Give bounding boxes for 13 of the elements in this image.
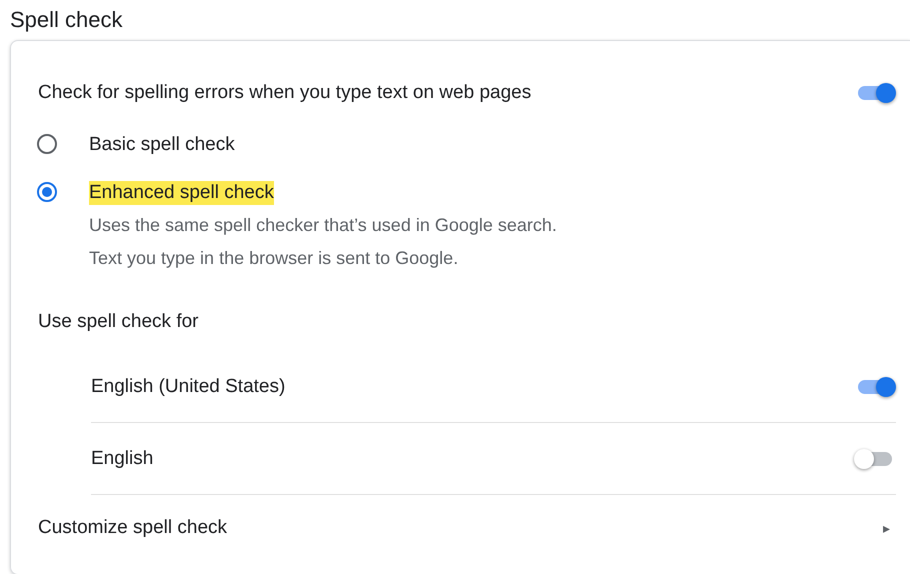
description-text: Uses the same spell checker that’s used in Google search. [89, 214, 557, 237]
section-title: Spell check [9, 6, 124, 34]
section-heading: Use spell check for [37, 310, 200, 334]
arrow-icon: ▸ [883, 520, 890, 536]
customize-row[interactable]: Customize spell check ▸ [11, 495, 910, 561]
description-text: Text you type in the browser is sent to Google. [89, 247, 460, 270]
language-label: English [91, 448, 154, 470]
radio-label: Basic spell check [89, 133, 235, 157]
radio-label: Enhanced spell check [89, 181, 274, 205]
radio-button[interactable] [35, 180, 59, 204]
radio-button[interactable] [35, 132, 59, 156]
setting-label: Check for spelling errors when you type text on web pages [38, 82, 532, 104]
language-label: English (United States) [91, 376, 286, 398]
